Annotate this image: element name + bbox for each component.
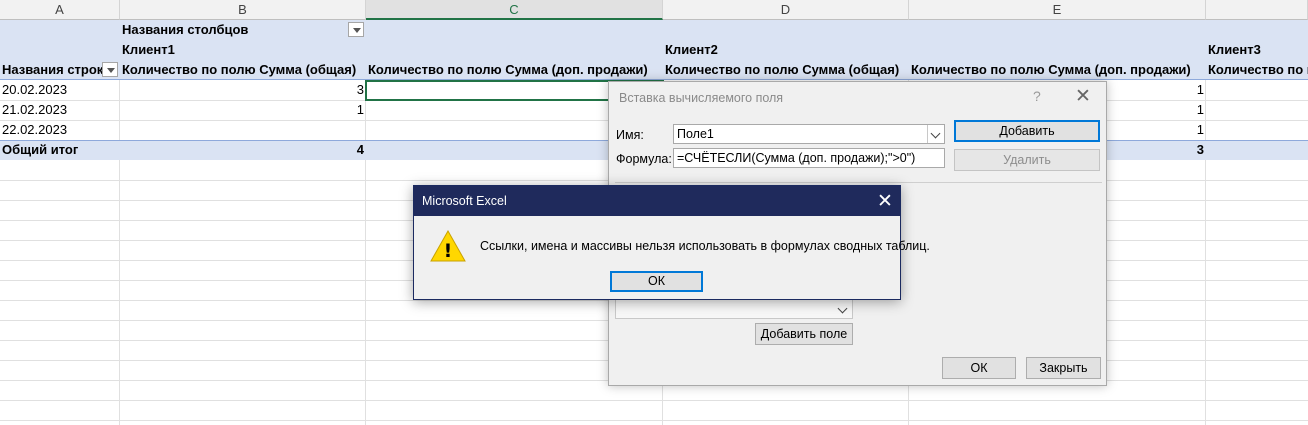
formula-field[interactable]: =СЧЁТЕСЛИ(Сумма (доп. продажи);">0") bbox=[673, 148, 945, 168]
column-header-f[interactable] bbox=[1206, 0, 1308, 20]
ok-button[interactable]: ОК bbox=[610, 271, 703, 292]
client1-header: Клиент1 bbox=[122, 42, 175, 57]
column-header-c[interactable]: C bbox=[366, 0, 663, 20]
column-labels-header: Названия столбцов bbox=[122, 22, 249, 37]
error-message: Ссылки, имена и массивы нельзя использов… bbox=[480, 239, 930, 253]
formula-label: Формула: bbox=[616, 152, 672, 166]
ok-button[interactable]: ОК bbox=[942, 357, 1016, 379]
row-label-date-2[interactable]: 21.02.2023 bbox=[0, 100, 120, 120]
name-value: Поле1 bbox=[677, 127, 714, 141]
dialog-title: Вставка вычисляемого поля bbox=[619, 91, 784, 105]
insert-field-button[interactable]: Добавить поле bbox=[755, 323, 853, 345]
name-label: Имя: bbox=[616, 128, 644, 142]
warning-glyph: ! bbox=[444, 240, 453, 262]
message-box-titlebar: Microsoft Excel ✕ bbox=[414, 186, 900, 216]
close-button[interactable]: Закрыть bbox=[1026, 357, 1101, 379]
row-label-date-3[interactable]: 22.02.2023 bbox=[0, 120, 120, 140]
delete-button[interactable]: Удалить bbox=[954, 149, 1100, 171]
measure-header-f: Количество по по bbox=[1208, 62, 1308, 77]
grand-total-label[interactable]: Общий итог bbox=[0, 140, 120, 160]
cell-value-b-3[interactable] bbox=[120, 120, 366, 140]
excel-message-box: Microsoft Excel ✕ ! Ссылки, имена и масс… bbox=[413, 185, 930, 300]
add-button[interactable]: Добавить bbox=[954, 120, 1100, 142]
column-header-e[interactable]: E bbox=[909, 0, 1206, 20]
column-header-d[interactable]: D bbox=[663, 0, 909, 20]
client2-header: Клиент2 bbox=[665, 42, 718, 57]
measure-header-e: Количество по полю Сумма (доп. продажи) bbox=[911, 62, 1191, 77]
column-labels-filter-button[interactable] bbox=[348, 22, 364, 37]
row-label-date-1[interactable]: 20.02.2023 bbox=[0, 80, 120, 100]
chevron-down-icon[interactable] bbox=[835, 300, 852, 318]
fields-dropdown[interactable] bbox=[615, 299, 853, 319]
name-combobox[interactable]: Поле1 bbox=[673, 124, 945, 144]
column-header-b[interactable]: B bbox=[120, 0, 366, 20]
measure-header-d: Количество по полю Сумма (общая) bbox=[665, 62, 900, 77]
client3-header: Клиент3 bbox=[1208, 42, 1261, 57]
measure-header-c: Количество по полю Сумма (доп. продажи) bbox=[368, 62, 648, 77]
cell-value-b-2[interactable]: 1 bbox=[120, 100, 366, 120]
cell-value-b-1[interactable]: 3 bbox=[120, 80, 366, 100]
grand-total-b[interactable]: 4 bbox=[120, 140, 366, 160]
message-box-title: Microsoft Excel bbox=[422, 194, 507, 208]
warning-icon: ! bbox=[430, 230, 466, 262]
close-icon[interactable]: ✕ bbox=[877, 190, 893, 213]
chevron-down-icon[interactable] bbox=[927, 125, 944, 143]
close-icon[interactable]: ✕ bbox=[1075, 85, 1091, 108]
measure-header-b: Количество по полю Сумма (общая) bbox=[122, 62, 357, 77]
help-icon[interactable]: ? bbox=[1033, 88, 1041, 104]
column-header-a[interactable]: A bbox=[0, 0, 120, 20]
row-labels-filter-button[interactable] bbox=[102, 62, 118, 77]
row-labels-header: Названия строк bbox=[2, 62, 102, 77]
